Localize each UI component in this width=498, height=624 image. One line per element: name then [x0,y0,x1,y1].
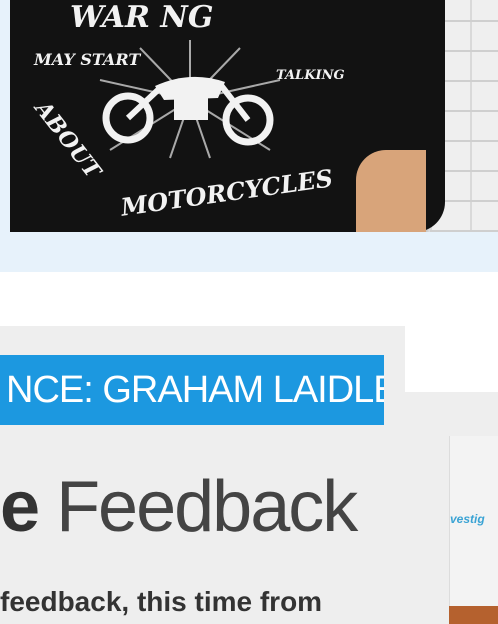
featured-card[interactable]: WAR NG MAY START TALKING ABOUT MOTORCYCL… [0,0,498,272]
featured-photo[interactable]: WAR NG MAY START TALKING ABOUT MOTORCYCL… [10,0,498,232]
shirt-text-may-start: MAY START [34,50,141,69]
category-banner[interactable]: NCE: GRAHAM LAIDLER [0,355,384,425]
arm [356,150,426,232]
article-headline[interactable]: e Feedback [0,466,358,548]
shirt-text-talking: TALKING [276,68,345,83]
shirt-text-top: WAR NG [70,0,214,35]
headline-bold: e [0,467,40,547]
thumbnail-text: vestig [450,512,485,526]
headline-rest: Feedback [56,467,358,547]
shirt-text-motorcycles: MOTORCYCLES [119,163,335,222]
side-thumbnail[interactable] [449,436,498,624]
article-summary: feedback, this time from [0,586,323,617]
thumbnail-bottom-strip [449,606,498,624]
